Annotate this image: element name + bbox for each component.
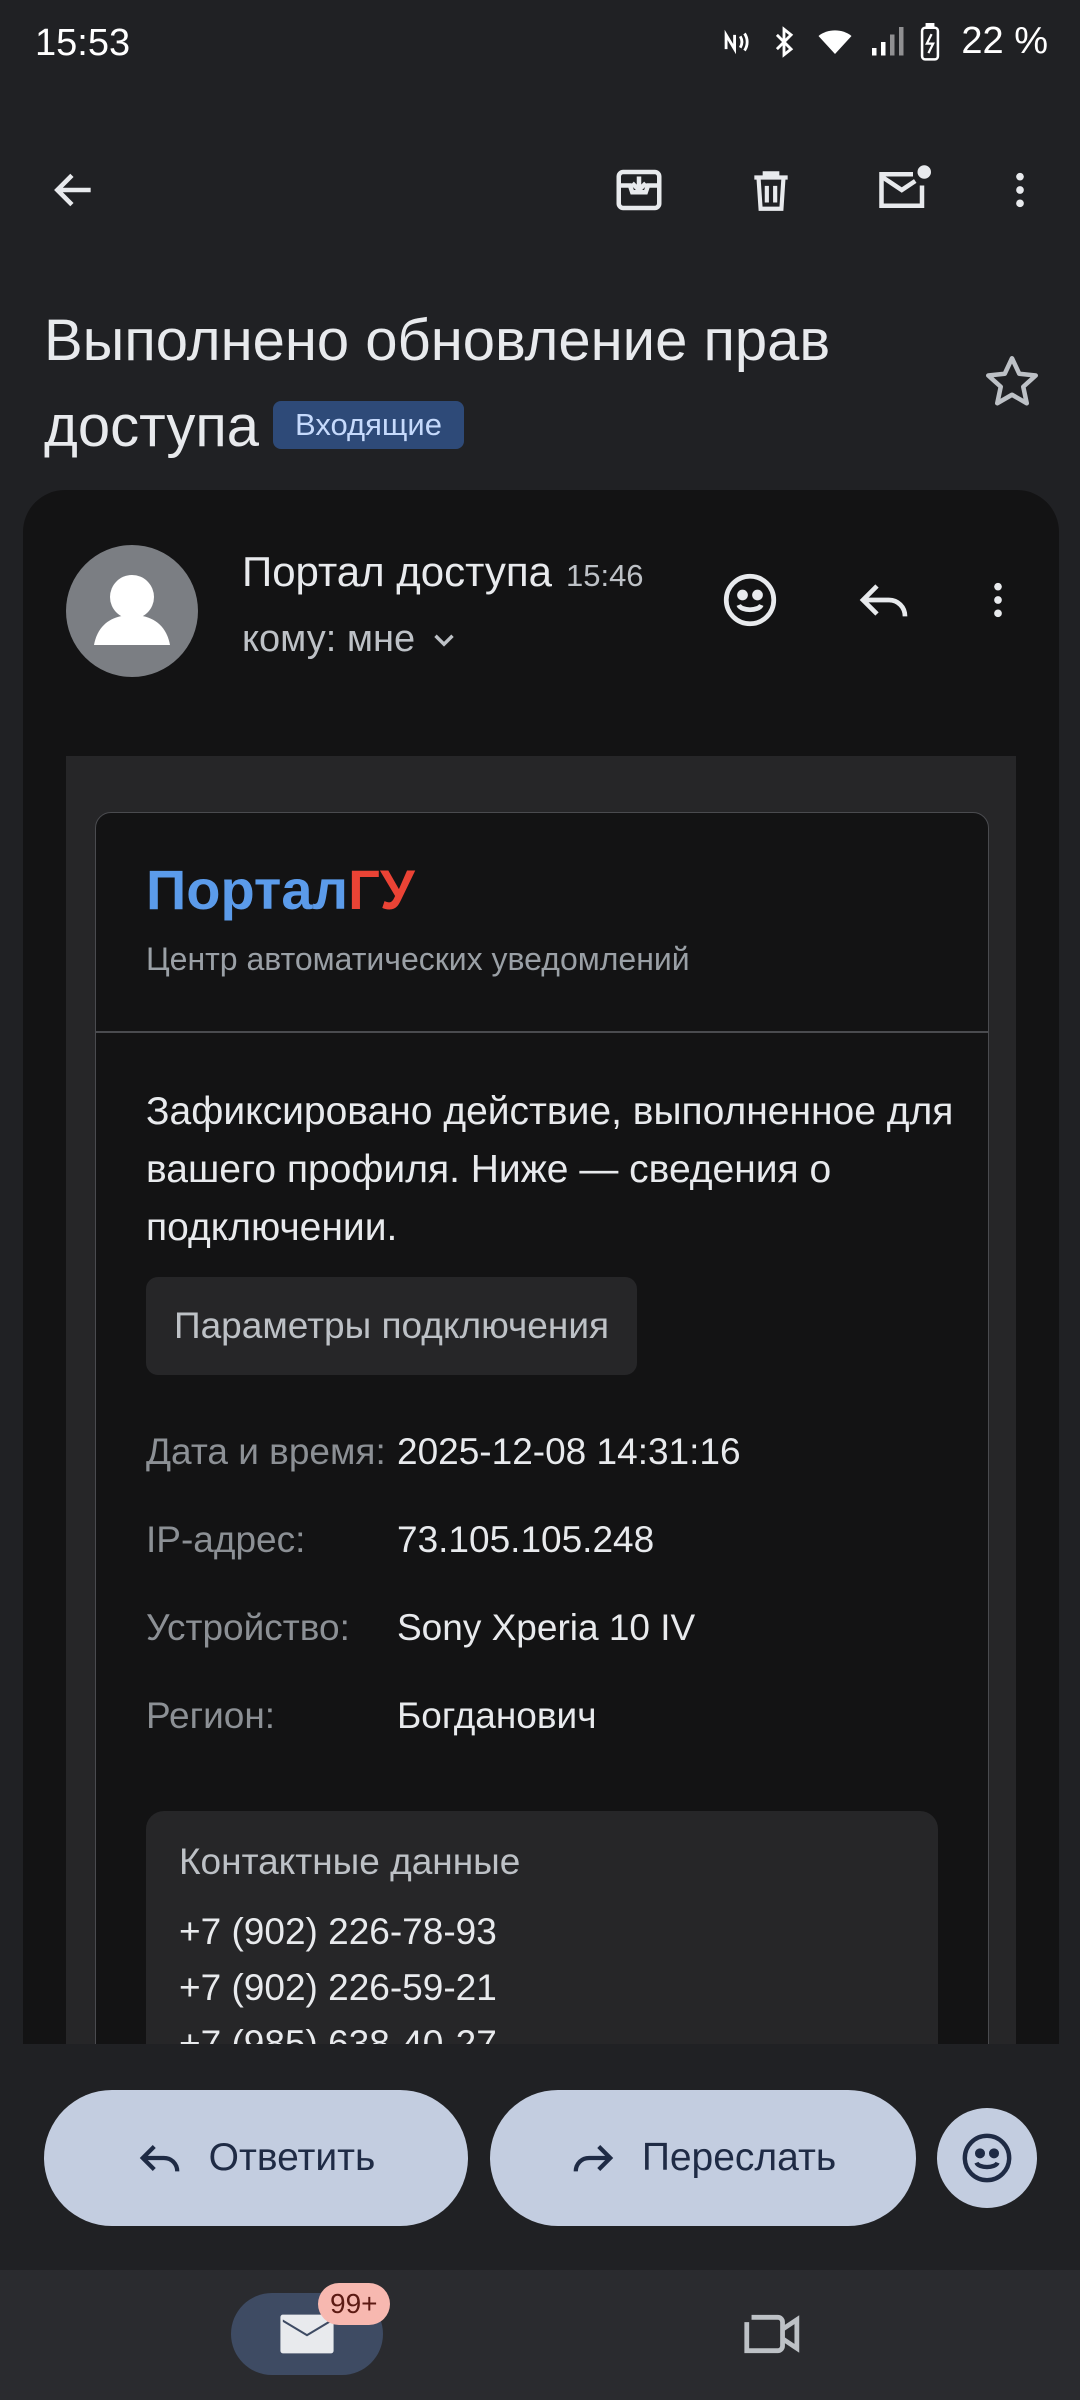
emoji-icon [962,2133,1012,2183]
nav-meet-tab[interactable] [733,2300,813,2368]
signal-icon [869,24,905,60]
bluetooth-icon [767,23,801,61]
forward-pill-button[interactable]: Переслать [490,2090,916,2226]
email-time: 15:46 [565,558,644,593]
brand-logo-part2: ГУ [348,858,415,921]
connection-params-heading: Параметры подключения [146,1277,638,1375]
region-value: Богданович [397,1695,597,1736]
brand-logo-part1: Портал [146,858,349,921]
archive-icon [616,169,662,211]
status-icons: 22 % [719,20,1048,63]
wifi-icon [815,24,855,60]
delete-icon [754,171,788,211]
reply-icon [139,2145,179,2172]
ip-value: 73.105.105.248 [397,1519,655,1560]
status-time: 15:53 [35,22,131,64]
battery-charging-icon [919,22,941,61]
star-button[interactable] [982,352,1042,412]
recipient-toggle[interactable]: кому: мне [242,618,461,661]
datetime-label: Дата и время: [146,1431,386,1472]
emoji-reaction-button[interactable] [937,2108,1037,2208]
region-label: Регион: [146,1695,276,1736]
datetime-value: 2025-12-08 14:31:16 [397,1431,741,1472]
archive-button[interactable] [601,152,677,228]
ip-label: IP-адрес: [146,1519,306,1560]
battery-percentage: 22 % [961,20,1048,62]
sender-line: Портал доступа 15:46 [242,548,644,596]
nfc-icon [719,25,753,59]
delete-button[interactable] [733,152,809,228]
chevron-down-icon [434,634,454,647]
brand-subtitle: Центр автоматических уведомлений [146,941,690,977]
more-vert-icon [994,582,1002,618]
contacts-title: Контактные данные [179,1841,521,1882]
mark-unread-icon [879,165,931,208]
brand-logo: ПорталГУ [146,857,415,922]
back-button[interactable] [36,152,112,228]
sender-name[interactable]: Портал доступа [242,548,552,595]
divider [96,1031,988,1033]
forward-icon [573,2145,614,2172]
star-icon [986,356,1038,406]
more-options-button[interactable] [982,152,1058,228]
video-camera-icon [744,2314,800,2354]
forward-label: Переслать [641,2136,837,2179]
device-value: Sony Xperia 10 IV [397,1607,696,1648]
phone-link[interactable]: +7 (902) 226-59-21 [179,1967,497,2009]
intro-text: Зафиксировано действие, выполненное для … [146,1090,954,1249]
bottom-navigation [0,2270,1080,2400]
device-label: Устройство: [146,1607,350,1648]
phone-link[interactable]: +7 (902) 226-78-93 [179,1911,497,1953]
reply-button[interactable] [846,562,922,638]
emoji-icon [723,573,777,627]
reply-label: Ответить [208,2136,376,2179]
person-icon [94,575,170,645]
react-emoji-button[interactable] [712,562,788,638]
reply-pill-button[interactable]: Ответить [44,2090,468,2226]
avatar[interactable] [66,545,198,677]
message-more-button[interactable] [960,562,1036,638]
inbox-label-chip[interactable]: Входящие [272,400,464,449]
email-content: ПорталГУ Центр автоматических уведомлени… [95,812,989,2114]
back-arrow-icon [54,173,91,207]
reply-icon [859,584,908,617]
email-subject: Выполнено обновление прав доступа Входящи… [44,298,964,470]
mark-unread-button[interactable] [866,152,942,228]
unread-count-badge: 99+ [318,2283,390,2325]
recipient-text: кому: мне [242,618,416,660]
more-vert-icon [1016,172,1024,208]
